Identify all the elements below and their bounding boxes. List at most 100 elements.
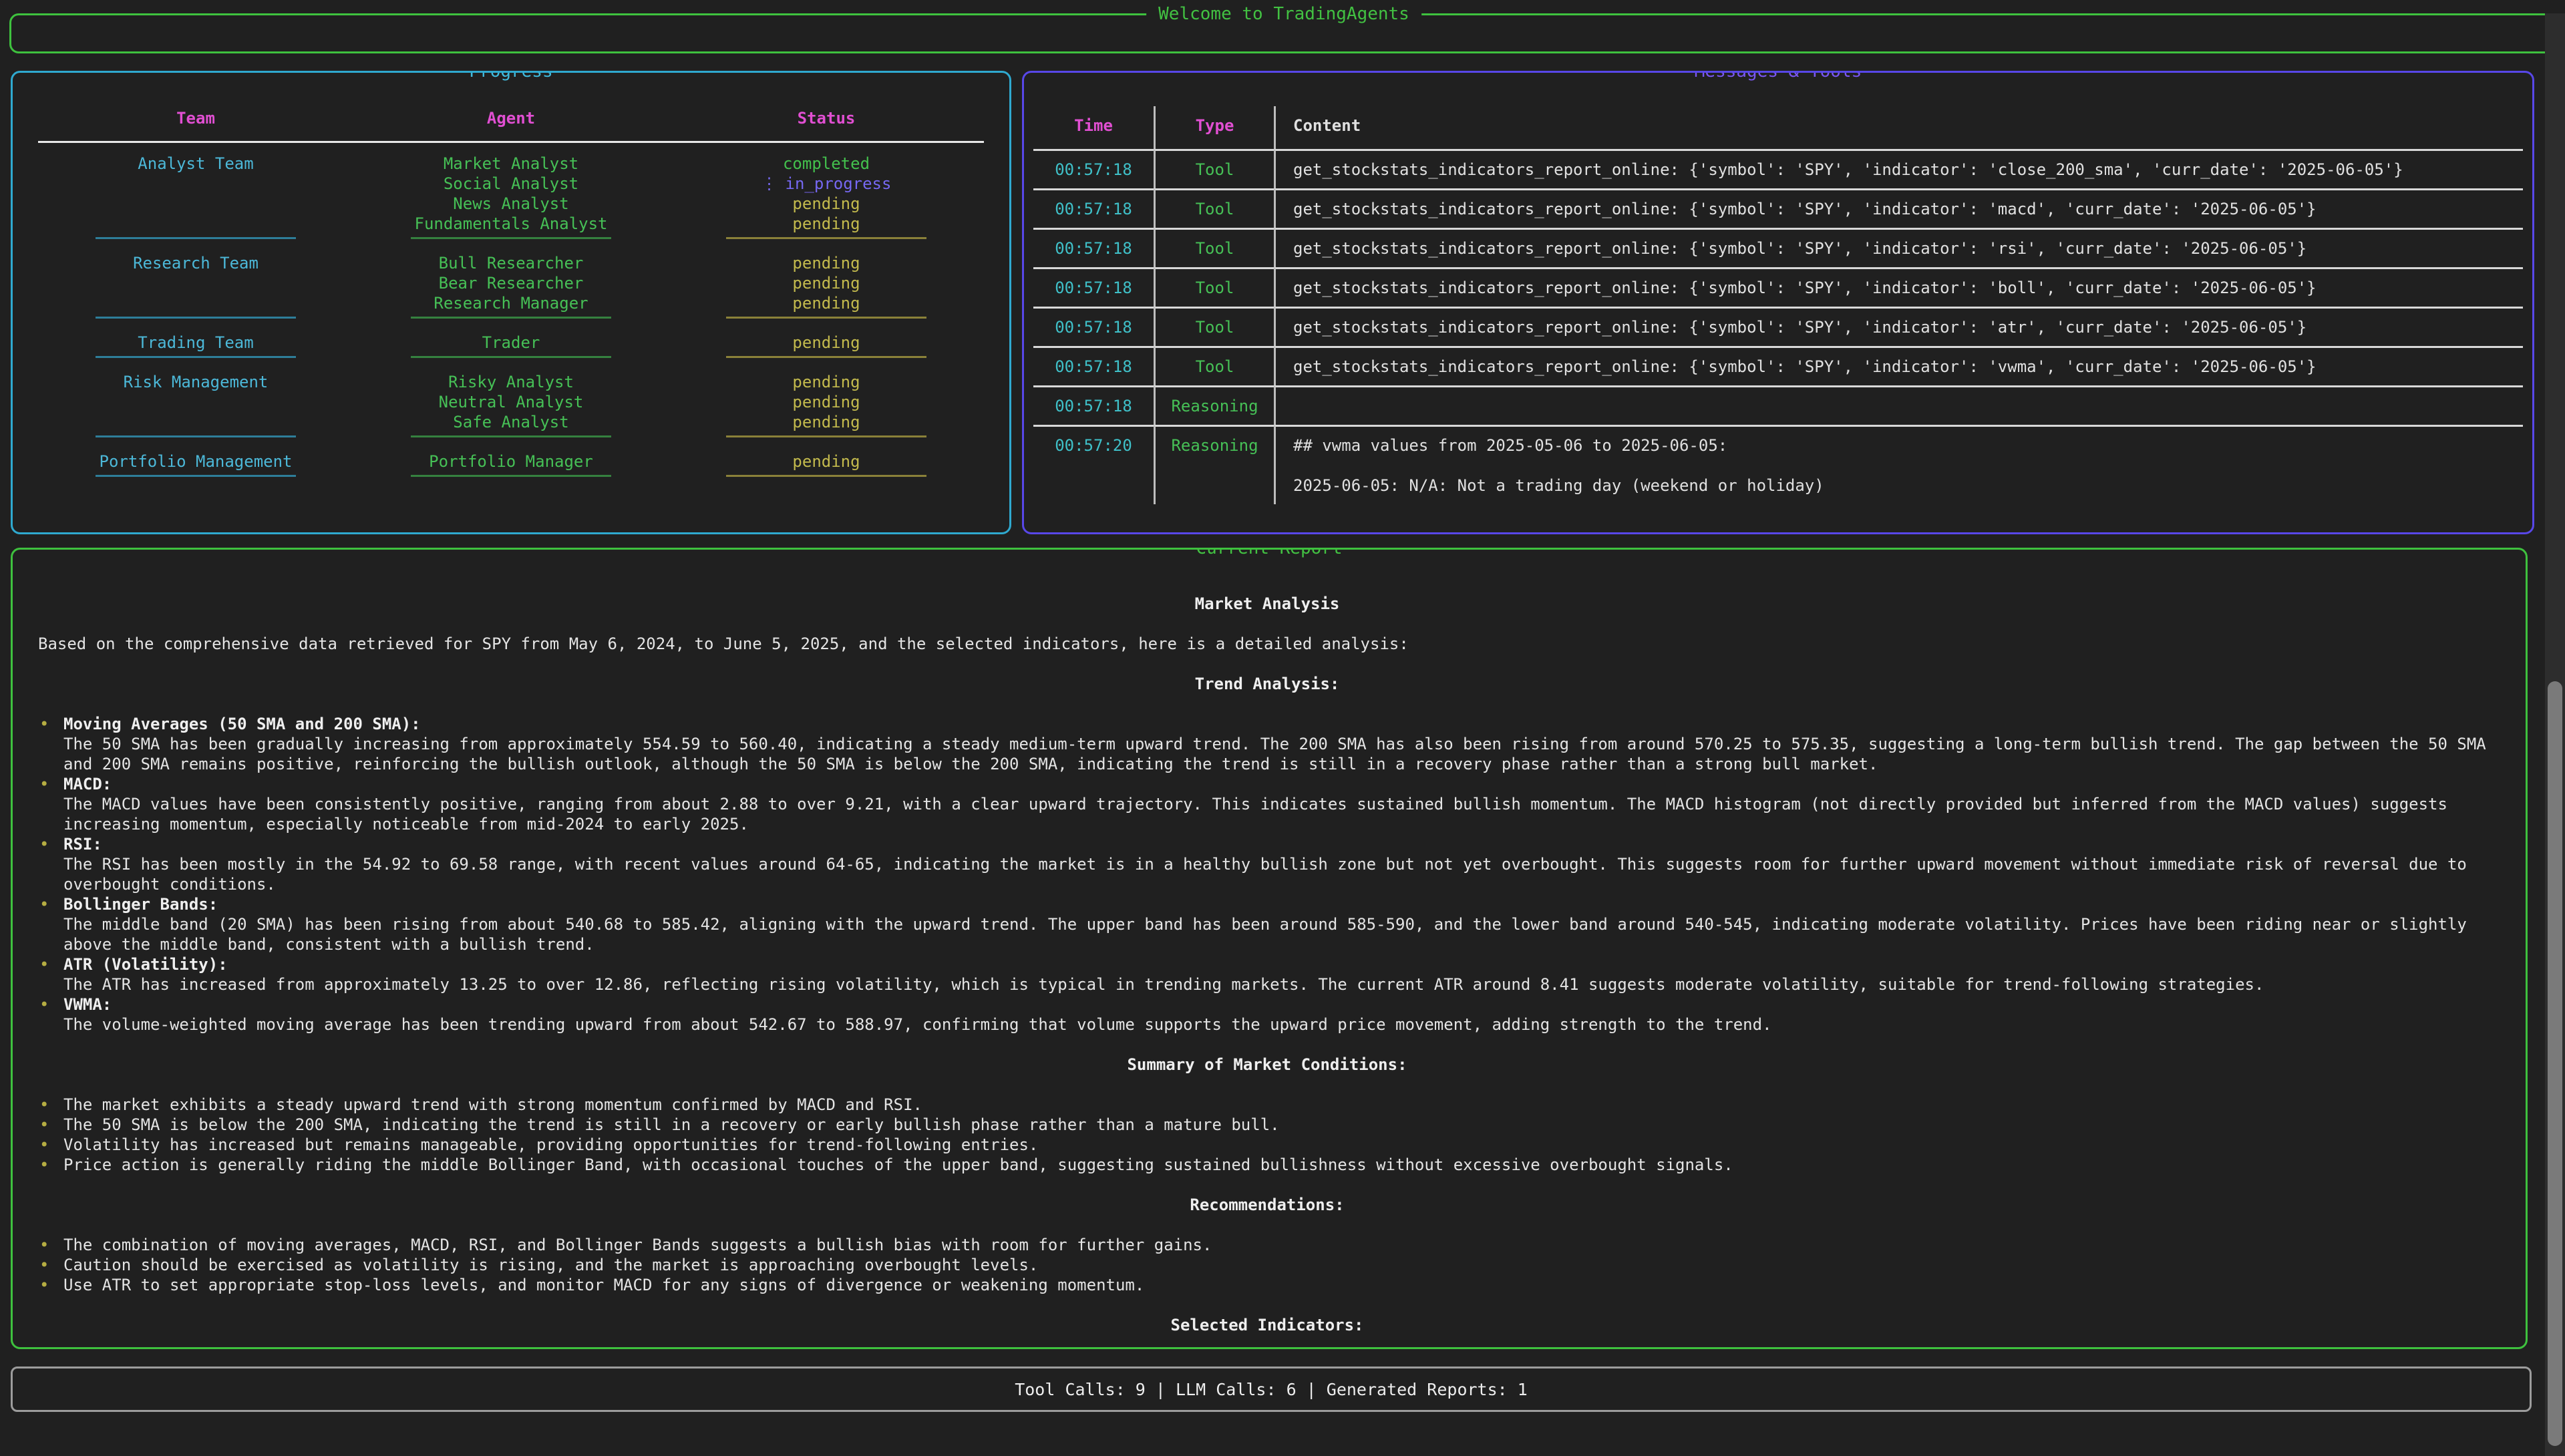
header-rule [38,141,984,143]
progress-group: Trading TeamTraderpending [38,333,984,353]
report-bullet: •The 50 SMA is below the 200 SMA, indica… [38,1115,2496,1135]
scrollbar-thumb[interactable] [2548,681,2562,1446]
scrollbar-track[interactable] [2545,13,2565,1456]
bullet-icon: • [38,894,63,954]
group-separator [38,237,984,253]
column-header-content: Content [1274,106,2523,149]
status-pending: pending [669,451,984,472]
bullet-term: RSI: [63,834,2496,854]
report-bullet: •ATR (Volatility):The ATR has increased … [38,954,2496,994]
bullet-icon: • [38,1255,63,1275]
status-bar: Tool Calls: 9 | LLM Calls: 6 | Generated… [11,1367,2532,1412]
agent-name: Market Analyst [353,154,669,174]
bullet-term: VWMA: [63,994,2496,1015]
app-title: Welcome to TradingAgents [1146,4,1421,24]
bullet-body: Price action is generally riding the mid… [63,1155,2496,1175]
bullet-text: VWMA:The volume-weighted moving average … [63,994,2496,1035]
column-header-type: Type [1154,106,1274,149]
bullet-body: The 50 SMA is below the 200 SMA, indicat… [63,1115,2496,1135]
group-separator [38,317,984,333]
bullet-body: The combination of moving averages, MACD… [63,1235,2496,1255]
bullet-text: Volatility has increased but remains man… [63,1135,2496,1155]
agent-name: Safe Analyst [353,412,669,432]
message-content: get_stockstats_indicators_report_online:… [1274,307,2523,346]
report-bullet: •Moving Averages (50 SMA and 200 SMA):Th… [38,714,2496,774]
status-pending: pending [669,194,984,214]
bullet-text: Price action is generally riding the mid… [63,1155,2496,1175]
bullet-icon: • [38,1095,63,1115]
bullet-body: The MACD values have been consistently p… [63,794,2496,834]
progress-group: Analyst TeamMarket AnalystSocial Analyst… [38,154,984,234]
message-content: ## vwma values from 2025-05-06 to 2025-0… [1274,425,2523,504]
message-time: 00:57:20 [1033,425,1154,504]
message-type: Tool [1154,267,1274,307]
report-bullet: •Volatility has increased but remains ma… [38,1135,2496,1155]
report-bullet: •The combination of moving averages, MAC… [38,1235,2496,1255]
report-panel: Current Report Market AnalysisBased on t… [11,548,2528,1349]
progress-group: Research TeamBull ResearcherBear Researc… [38,253,984,313]
bullet-term: MACD: [63,774,2496,794]
message-time: 00:57:18 [1033,149,1154,188]
report-heading: Trend Analysis: [38,674,2496,694]
bullet-body: Volatility has increased but remains man… [63,1135,2496,1155]
progress-panel-title: Progress [457,71,564,81]
bullet-body: The middle band (20 SMA) has been rising… [63,914,2496,954]
message-type: Tool [1154,149,1274,188]
bullet-text: Bollinger Bands:The middle band (20 SMA)… [63,894,2496,954]
message-time: 00:57:18 [1033,267,1154,307]
report-heading: Selected Indicators: [38,1315,2496,1335]
message-content: get_stockstats_indicators_report_online:… [1274,346,2523,385]
report-intro: Based on the comprehensive data retrieve… [38,634,2496,654]
bullet-icon: • [38,1235,63,1255]
bullet-text: The market exhibits a steady upward tren… [63,1095,2496,1115]
report-bullet: •Use ATR to set appropriate stop-loss le… [38,1275,2496,1295]
progress-panel: Progress TeamAgentStatusAnalyst TeamMark… [11,71,1011,534]
bullet-icon: • [38,1135,63,1155]
progress-table: TeamAgentStatusAnalyst TeamMarket Analys… [38,109,984,491]
spinner-icon: ⋮ [761,174,778,193]
bullet-body: The market exhibits a steady upward tren… [63,1095,2496,1115]
bullet-text: The 50 SMA is below the 200 SMA, indicat… [63,1115,2496,1135]
status-pending: pending [669,333,984,353]
bullet-text: Moving Averages (50 SMA and 200 SMA):The… [63,714,2496,774]
column-header-team: Team [38,109,353,128]
bullet-body: The 50 SMA has been gradually increasing… [63,734,2496,774]
message-content: get_stockstats_indicators_report_online:… [1274,149,2523,188]
bullet-term: ATR (Volatility): [63,954,2496,974]
status-pending: pending [669,372,984,392]
status-pending: pending [669,293,984,313]
status-completed: completed [669,154,984,174]
report-heading: Recommendations: [38,1195,2496,1215]
messages-table: TimeTypeContent00:57:18Toolget_stockstat… [1033,106,2523,504]
bullet-body: The volume-weighted moving average has b… [63,1015,2496,1035]
message-type: Reasoning [1154,385,1274,425]
agent-name: Bear Researcher [353,273,669,293]
report-bullet: •Bollinger Bands:The middle band (20 SMA… [38,894,2496,954]
report-bullet: •VWMA:The volume-weighted moving average… [38,994,2496,1035]
team-name: Trading Team [38,333,353,353]
message-type: Tool [1154,188,1274,228]
message-type: Reasoning [1154,425,1274,504]
message-content [1274,385,2523,425]
agent-name: Risky Analyst [353,372,669,392]
bullet-text: The combination of moving averages, MACD… [63,1235,2496,1255]
status-pending: pending [669,392,984,412]
agent-name: News Analyst [353,194,669,214]
agent-name: Social Analyst [353,174,669,194]
bullet-icon: • [38,1155,63,1175]
report-bullet: •Caution should be exercised as volatili… [38,1255,2496,1275]
bullet-icon: • [38,1275,63,1295]
agent-name: Portfolio Manager [353,451,669,472]
bullet-icon: • [38,994,63,1035]
tradingagents-app: Welcome to TradingAgents Progress TeamAg… [0,13,2565,1456]
progress-group: Portfolio ManagementPortfolio Managerpen… [38,451,984,472]
progress-group: Risk ManagementRisky AnalystNeutral Anal… [38,372,984,432]
bullet-body: The ATR has increased from approximately… [63,974,2496,994]
bullet-icon: • [38,714,63,774]
messages-panel: Messages & Tools TimeTypeContent00:57:18… [1022,71,2534,534]
bullet-body: Use ATR to set appropriate stop-loss lev… [63,1275,2496,1295]
top-row: Progress TeamAgentStatusAnalyst TeamMark… [11,71,2534,534]
status-pending: pending [669,273,984,293]
bullet-icon: • [38,834,63,894]
agent-name: Fundamentals Analyst [353,214,669,234]
